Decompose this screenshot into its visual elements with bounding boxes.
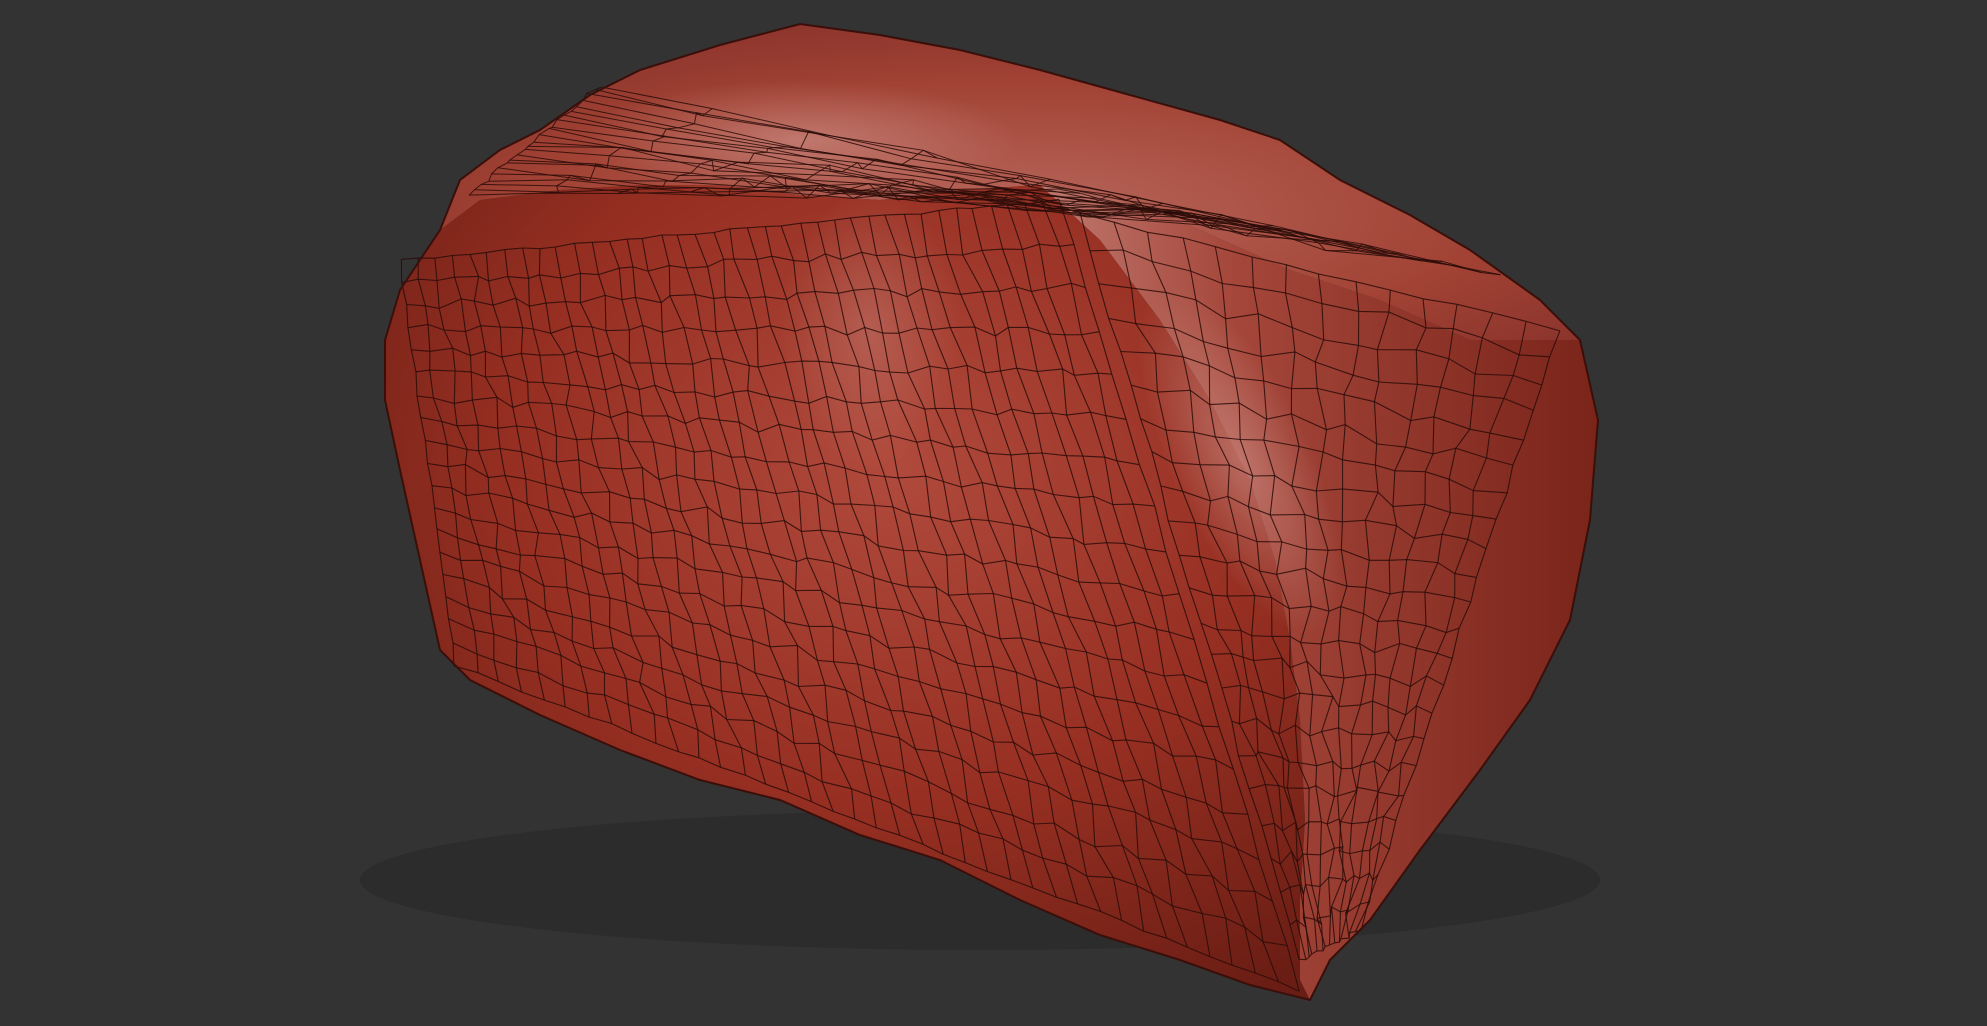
- mesh-canvas[interactable]: [0, 0, 1987, 1026]
- 3d-viewport[interactable]: [0, 0, 1987, 1026]
